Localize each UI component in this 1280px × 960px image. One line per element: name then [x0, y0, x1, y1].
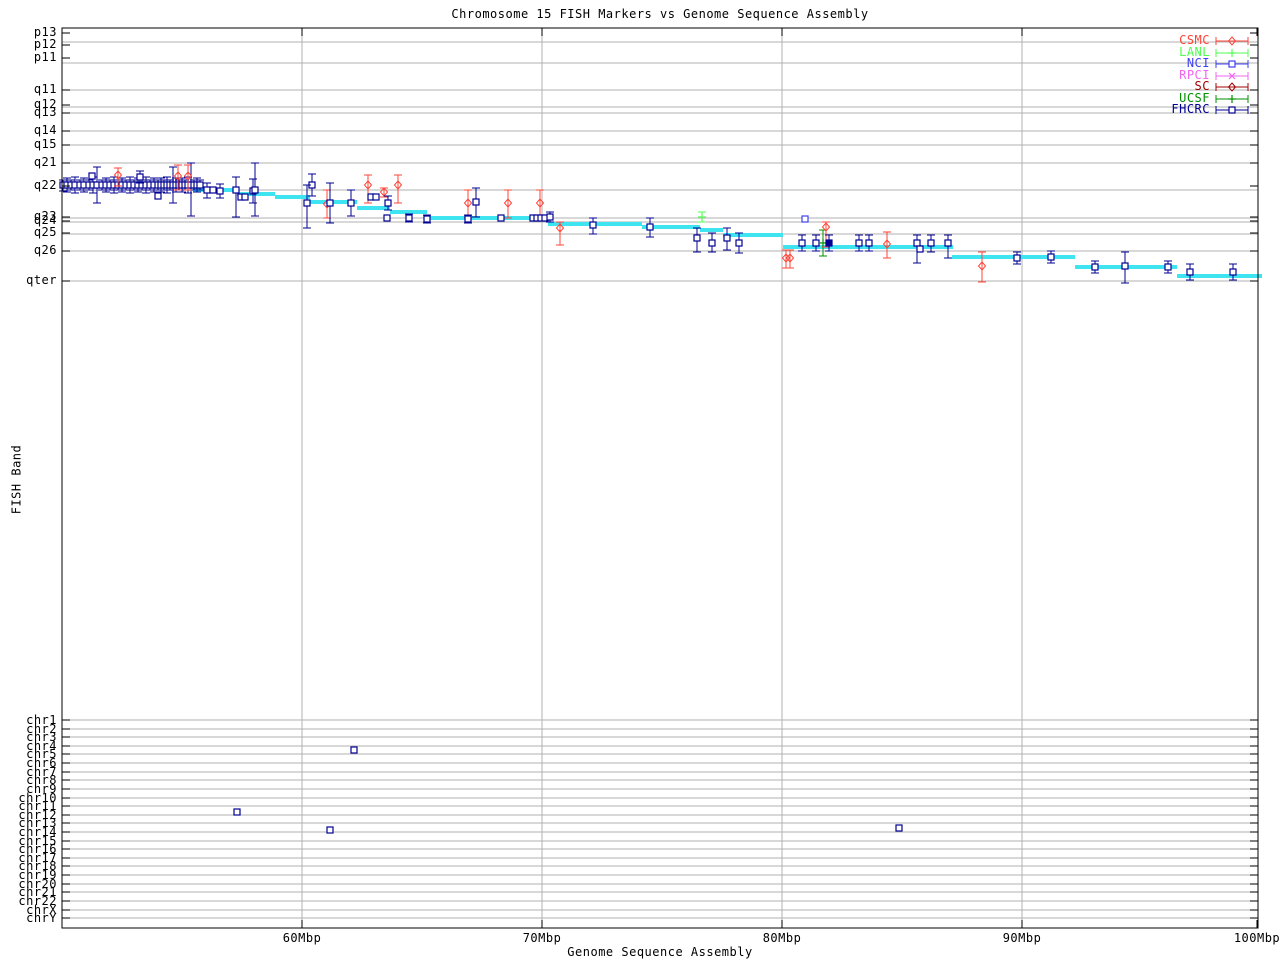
band-label-qter: qter: [26, 273, 57, 287]
band-label-q14: q14: [33, 123, 57, 137]
marker-square: [464, 215, 472, 223]
marker-square: [372, 193, 380, 201]
band-label-q21: q21: [33, 155, 57, 169]
marker-square: [798, 239, 806, 247]
marker-square: [88, 172, 96, 180]
marker-square: [855, 239, 863, 247]
chart-canvas: [59, 27, 1262, 929]
marker-square: [326, 826, 334, 834]
marker-square: [913, 239, 921, 247]
marker-square: [895, 824, 903, 832]
x-axis-title: Genome Sequence Assembly: [567, 945, 753, 959]
marker-square: [216, 187, 224, 195]
xtick-label-100Mbp: 100Mbp: [1233, 931, 1280, 945]
xtick-label-60Mbp: 60Mbp: [282, 931, 322, 945]
marker-square: [326, 199, 334, 207]
band-label-q22: q22: [33, 178, 57, 192]
marker-square: [203, 186, 211, 194]
chart-title: Chromosome 15 FISH Markers vs Genome Seq…: [451, 7, 869, 21]
band-label-p11: p11: [33, 50, 57, 64]
marker-square: [303, 199, 311, 207]
chr-label-chrY: chrY: [26, 911, 57, 925]
band-label-q11: q11: [33, 82, 57, 96]
marker-square: [497, 214, 505, 222]
marker-square: [708, 239, 716, 247]
marker-square: [801, 215, 809, 223]
marker-square: [825, 239, 833, 247]
marker-square: [693, 234, 701, 242]
band-label-q25: q25: [33, 225, 57, 239]
marker-square: [1228, 106, 1236, 114]
marker-square: [812, 239, 820, 247]
marker-square: [251, 186, 259, 194]
marker-square: [136, 173, 144, 181]
marker-square: [1186, 268, 1194, 276]
marker-square: [944, 239, 952, 247]
marker-square: [423, 215, 431, 223]
y-axis-title: FISH Band: [9, 444, 24, 515]
marker-square: [384, 199, 392, 207]
marker-square: [405, 214, 413, 222]
marker-square: [1121, 262, 1129, 270]
marker-square: [347, 199, 355, 207]
legend-label-FHCRC: FHCRC: [1171, 102, 1210, 116]
marker-square: [350, 746, 358, 754]
xtick-label-70Mbp: 70Mbp: [522, 931, 562, 945]
marker-square: [383, 214, 391, 222]
marker-square: [241, 193, 249, 201]
xtick-label-90Mbp: 90Mbp: [1002, 931, 1042, 945]
marker-square: [1047, 253, 1055, 261]
marker-square: [865, 239, 873, 247]
marker-square: [472, 198, 480, 206]
marker-square: [1013, 254, 1021, 262]
marker-square: [1228, 60, 1236, 68]
marker-square: [927, 239, 935, 247]
marker-square: [646, 223, 654, 231]
marker-square: [233, 808, 241, 816]
marker-square: [209, 186, 217, 194]
xtick-label-80Mbp: 80Mbp: [762, 931, 802, 945]
marker-square: [1091, 263, 1099, 271]
band-label-q26: q26: [33, 243, 57, 257]
marker-square: [916, 245, 924, 253]
marker-square: [1229, 268, 1237, 276]
marker-square: [1164, 263, 1172, 271]
marker-square: [723, 234, 731, 242]
marker-square: [735, 239, 743, 247]
band-label-q13: q13: [33, 105, 57, 119]
chromosome15-fish-plot: Chromosome 15 FISH Markers vs Genome Seq…: [0, 0, 1280, 960]
marker-square: [196, 181, 204, 189]
marker-square: [232, 186, 240, 194]
marker-square: [589, 221, 597, 229]
marker-square: [546, 213, 554, 221]
marker-square: [154, 192, 162, 200]
band-label-q15: q15: [33, 137, 57, 151]
